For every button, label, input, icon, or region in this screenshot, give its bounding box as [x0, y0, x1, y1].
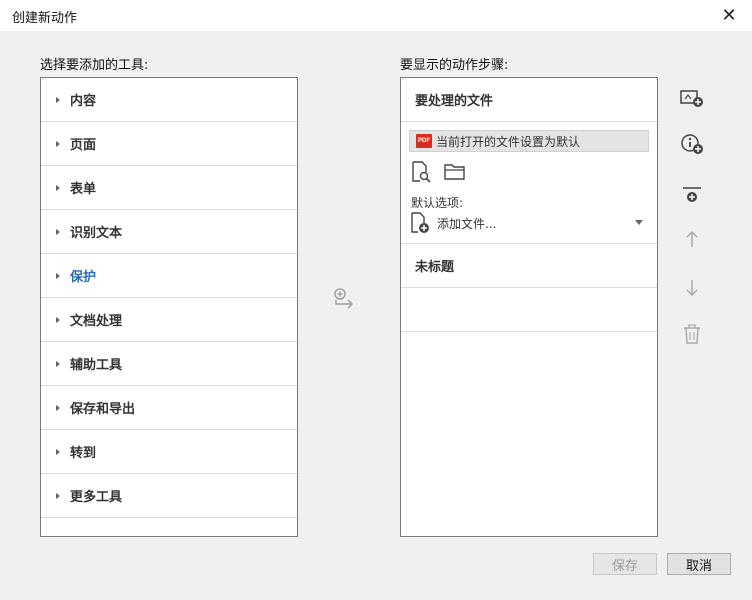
current-file-option[interactable]: PDF 当前打开的文件设置为默认 — [409, 130, 649, 152]
delete-button[interactable] — [678, 320, 706, 348]
tool-item-more-tools[interactable]: 更多工具 — [41, 474, 297, 518]
folder-icon — [444, 164, 465, 180]
expand-arrow-icon — [56, 316, 60, 323]
tool-item-pages[interactable]: 页面 — [41, 122, 297, 166]
tool-item-protect[interactable]: 保护 — [41, 254, 297, 298]
dialog-title: 创建新动作 — [12, 11, 78, 26]
expand-arrow-icon — [56, 448, 60, 455]
tool-item-forms[interactable]: 表单 — [41, 166, 297, 210]
tools-section-label: 选择要添加的工具: — [40, 58, 149, 73]
file-search-icon — [412, 161, 431, 183]
arrow-up-icon — [686, 230, 698, 247]
browse-folder-button[interactable] — [443, 160, 467, 184]
tool-list: 内容 页面 表单 识别文本 保护 文档处理 辅助工具 保存和导出 转到 更多工具 — [40, 77, 298, 537]
expand-arrow-icon — [56, 184, 60, 191]
save-button[interactable]: 保存 — [593, 553, 657, 575]
add-panel-icon — [680, 90, 703, 107]
create-action-dialog: 创建新动作 ✕ 选择要添加的工具: 内容 页面 表单 识别文本 保护 文档处理 … — [0, 0, 752, 600]
add-files-dropdown[interactable]: 添加文件... — [409, 210, 649, 236]
current-file-option-label: 当前打开的文件设置为默认 — [436, 134, 581, 149]
tool-item-label: 页面 — [70, 138, 97, 153]
default-options-label: 默认选项: — [411, 196, 464, 210]
tool-item-recognize-text[interactable]: 识别文本 — [41, 210, 297, 254]
add-panel-button[interactable] — [678, 84, 706, 112]
add-instruction-button[interactable] — [678, 130, 706, 158]
action-steps-list: 要处理的文件 PDF 当前打开的文件设置为默认 默认选项: 添加文件... 未标… — [400, 77, 658, 537]
add-separator-button[interactable] — [678, 182, 706, 210]
files-to-process-header[interactable]: 要处理的文件 — [401, 78, 657, 122]
files-to-process-block: PDF 当前打开的文件设置为默认 默认选项: 添加文件... — [401, 122, 657, 244]
expand-arrow-icon — [56, 404, 60, 411]
tool-item-label: 辅助工具 — [70, 358, 123, 373]
expand-arrow-icon — [56, 96, 60, 103]
expand-arrow-icon — [56, 272, 60, 279]
tool-item-label: 更多工具 — [70, 490, 123, 505]
browse-file-button[interactable] — [409, 160, 433, 184]
expand-arrow-icon — [56, 492, 60, 499]
expand-arrow-icon — [56, 140, 60, 147]
close-button[interactable]: ✕ — [712, 3, 746, 27]
tool-item-label: 转到 — [70, 446, 97, 461]
tool-item-label: 文档处理 — [70, 314, 123, 329]
add-arrow-icon — [334, 288, 354, 309]
empty-step-row — [401, 288, 657, 332]
tool-item-document-processing[interactable]: 文档处理 — [41, 298, 297, 342]
add-to-steps-button[interactable] — [332, 287, 356, 311]
tool-item-go-to[interactable]: 转到 — [41, 430, 297, 474]
tool-item-label: 保存和导出 — [70, 402, 136, 417]
move-down-button[interactable] — [678, 274, 706, 302]
tool-item-label: 内容 — [70, 94, 97, 109]
tool-item-label: 保护 — [70, 270, 97, 285]
tool-item-accessibility[interactable]: 辅助工具 — [41, 342, 297, 386]
cancel-button[interactable]: 取消 — [667, 553, 731, 575]
add-file-icon — [411, 212, 429, 233]
pdf-file-icon: PDF — [416, 134, 432, 148]
title-bar: 创建新动作 ✕ — [0, 0, 752, 31]
tool-item-label: 表单 — [70, 182, 97, 197]
arrow-down-icon — [686, 280, 698, 297]
expand-arrow-icon — [56, 360, 60, 367]
move-up-button[interactable] — [678, 225, 706, 253]
steps-section-label: 要显示的动作步骤: — [400, 58, 509, 73]
tool-item-content[interactable]: 内容 — [41, 78, 297, 122]
separator-add-icon — [683, 187, 701, 202]
chevron-down-icon — [635, 220, 643, 225]
add-files-label: 添加文件... — [437, 216, 497, 231]
expand-arrow-icon — [56, 228, 60, 235]
untitled-step[interactable]: 未标题 — [401, 244, 657, 288]
tool-item-label: 识别文本 — [70, 226, 123, 241]
tool-item-save-export[interactable]: 保存和导出 — [41, 386, 297, 430]
trash-icon — [684, 324, 700, 344]
info-add-icon — [681, 134, 703, 154]
